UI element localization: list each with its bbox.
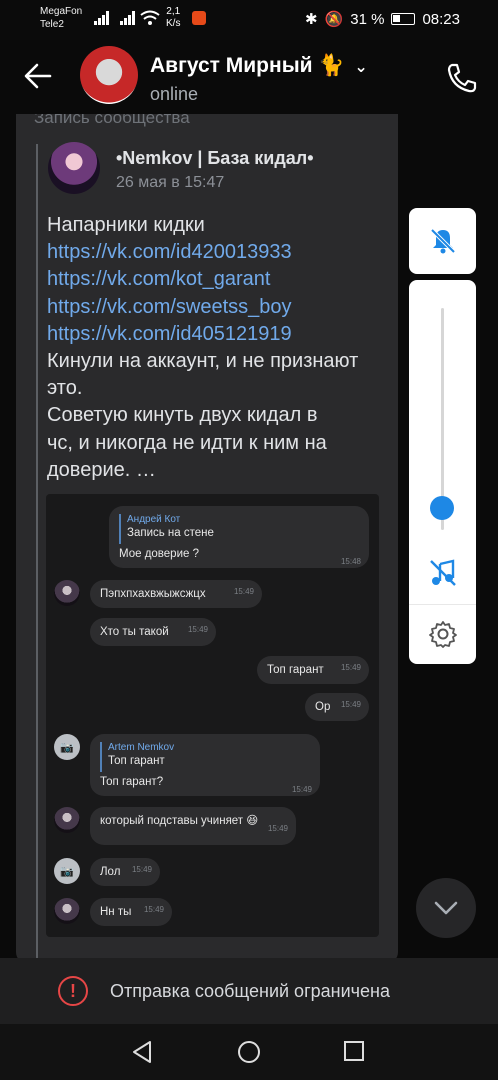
post-link[interactable]: https://vk.com/id405121919 <box>47 321 392 348</box>
screenshot-message: Хто ты такой 15:49 <box>90 618 216 646</box>
app-notification-icon <box>192 11 206 25</box>
screenshot-message: Artem Nemkov Топ гарант Топ гарант? 15:4… <box>90 734 320 796</box>
back-arrow-icon[interactable] <box>24 62 52 90</box>
wifi-icon <box>140 10 160 25</box>
message-text: Хто ты такой <box>100 626 169 638</box>
bell-muted-icon <box>430 228 455 254</box>
reply-quote-bar <box>100 742 102 772</box>
status-right: ✱ 🔕 31 % 08:23 <box>304 10 460 29</box>
scroll-to-bottom-button[interactable] <box>416 878 476 938</box>
post-line: чс, и никогда не идти к ним на <box>47 431 327 454</box>
signal-icon <box>94 11 109 25</box>
message-text: Топ гарант? <box>100 776 164 788</box>
message-time: 15:48 <box>340 557 361 566</box>
network-speed: 2,1 K/s <box>166 6 180 30</box>
gear-icon[interactable] <box>429 620 457 648</box>
clock: 08:23 <box>422 10 460 28</box>
sender-avatar <box>54 898 80 924</box>
battery-icon <box>391 13 416 25</box>
volume-panel <box>409 280 476 664</box>
chat-avatar[interactable] <box>80 46 138 104</box>
quote-author: Artem Nemkov <box>108 742 175 753</box>
volume-slider-handle[interactable] <box>430 495 454 520</box>
sender-avatar: 📷 <box>54 858 80 884</box>
divider <box>409 604 476 605</box>
camera-icon: 📷 <box>60 741 74 754</box>
message-text: который подставы учиняет 😆 <box>100 815 259 827</box>
message-text: Топ гарант <box>267 664 324 676</box>
warning-icon: ! <box>58 976 88 1006</box>
screenshot-message: Нн ты 15:49 <box>90 898 172 926</box>
nav-back-icon[interactable] <box>130 1040 154 1064</box>
battery-percent: 31 % <box>350 10 385 28</box>
messaging-restricted-bar: ! Отправка сообщений ограничена <box>0 958 498 1024</box>
carrier-1: MegaFon <box>40 6 83 17</box>
post-link[interactable]: https://vk.com/sweetss_boy <box>47 294 392 321</box>
post-link[interactable]: https://vk.com/kot_garant <box>47 266 392 293</box>
source-name[interactable]: •Nemkov | База кидал• <box>116 148 314 169</box>
quote-author: Андрей Кот <box>127 514 181 525</box>
post-text: Напарники кидки https://vk.com/id4200139… <box>47 212 392 484</box>
speed-unit: K/s <box>166 18 181 29</box>
status-bar: MegaFon Tele2 2,1 K/s ✱ 🔕 31 % 08:23 <box>0 0 498 40</box>
chevron-down-icon <box>434 901 458 915</box>
message-time: 15:49 <box>340 700 361 709</box>
screenshot-message: Лол 15:49 <box>90 858 160 886</box>
repost-indicator <box>36 144 38 964</box>
screenshot-message: Андрей Кот Запись на стене Мое доверие ?… <box>109 506 369 568</box>
post-line: Советую кинуть двух кидал в <box>47 404 318 427</box>
source-avatar[interactable] <box>48 142 100 194</box>
nav-recents-icon[interactable] <box>343 1040 365 1062</box>
chevron-down-icon[interactable]: ⌄ <box>354 59 367 76</box>
sender-avatar: 📷 <box>54 734 80 760</box>
message-text: Нн ты <box>100 906 132 918</box>
message-text: Пэпхпхахвжыжсжцх <box>100 588 206 600</box>
message-time: 15:49 <box>233 587 254 596</box>
source-date: 26 мая в 15:47 <box>116 174 225 191</box>
signal-icon-2 <box>120 11 135 25</box>
message-time: 15:49 <box>187 625 208 634</box>
reply-quote-bar <box>119 514 121 544</box>
quote-text: Топ гарант <box>108 755 165 767</box>
music-muted-icon[interactable] <box>428 558 458 588</box>
camera-icon: 📷 <box>60 865 74 878</box>
post-link[interactable]: https://vk.com/id420013933 <box>47 239 392 266</box>
message-time: 15:49 <box>143 905 164 914</box>
phone-call-icon[interactable] <box>446 62 478 94</box>
message-text: Мое доверие ? <box>119 548 199 560</box>
message-time: 15:49 <box>291 785 312 794</box>
screenshot-message: Топ гарант 15:49 <box>257 656 369 684</box>
ringer-mode-button[interactable] <box>409 208 476 274</box>
screenshot-message: Пэпхпхахвжыжсжцх 15:49 <box>90 580 262 608</box>
carrier-2: Tele2 <box>40 19 64 30</box>
speed-value: 2,1 <box>166 6 181 17</box>
nav-home-icon[interactable] <box>237 1040 261 1064</box>
message-bubble[interactable]: Запись сообщества •Nemkov | База кидал• … <box>16 114 398 964</box>
sender-avatar <box>54 580 80 606</box>
quote-text: Запись на стене <box>127 527 214 539</box>
screenshot-message: Ор 15:49 <box>305 693 369 721</box>
screenshot-message: который подставы учиняет 😆 15:49 <box>90 807 296 845</box>
message-text: Ор <box>315 701 331 713</box>
system-navigation-bar <box>0 1024 498 1080</box>
post-line: Напарники кидки <box>47 214 205 236</box>
repost-label: Запись сообщества <box>34 114 190 127</box>
chat-header: Август Мирный 🐈 ⌄ online <box>0 40 498 114</box>
post-line: это. <box>47 377 83 400</box>
message-time: 15:49 <box>131 865 152 874</box>
online-status: online <box>150 84 199 104</box>
mute-icon: 🔕 <box>324 11 344 28</box>
post-screenshot-image[interactable]: Андрей Кот Запись на стене Мое доверие ?… <box>46 494 379 937</box>
message-time: 15:49 <box>340 663 361 672</box>
chat-title[interactable]: Август Мирный 🐈 ⌄ <box>150 54 368 78</box>
post-line: доверие. … <box>47 458 156 481</box>
chat-title-text: Август Мирный 🐈 <box>150 54 345 77</box>
bluetooth-icon: ✱ <box>304 11 318 28</box>
carrier-names: MegaFon Tele2 <box>40 5 82 31</box>
restriction-text: Отправка сообщений ограничена <box>110 981 390 1001</box>
message-text: Лол <box>100 866 121 878</box>
message-time: 15:49 <box>267 824 288 833</box>
sender-avatar <box>54 807 80 833</box>
post-line: Кинули на аккаунт, и не признают <box>47 350 359 373</box>
